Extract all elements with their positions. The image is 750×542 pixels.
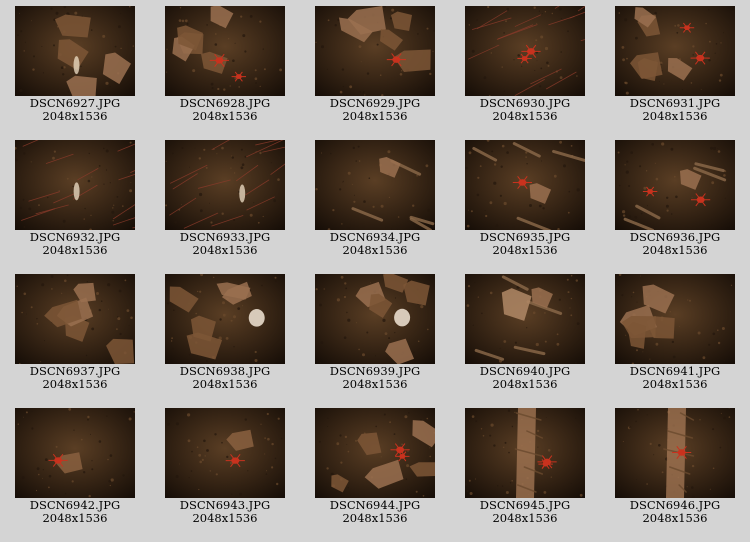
thumbnail-dimensions: 2048x1536 xyxy=(42,377,108,391)
gallery-item[interactable]: DSCN6938.JPG 2048x1536 xyxy=(165,274,285,396)
thumbnail-dimensions: 2048x1536 xyxy=(192,109,258,123)
thumbnail-dimensions: 2048x1536 xyxy=(492,511,558,525)
thumbnail-image[interactable] xyxy=(465,140,585,230)
thumbnail-dimensions: 2048x1536 xyxy=(342,511,408,525)
thumbnail-image[interactable] xyxy=(15,274,135,364)
gallery-item[interactable]: DSCN6940.JPG 2048x1536 xyxy=(465,274,585,396)
gallery-item[interactable]: DSCN6944.JPG 2048x1536 xyxy=(315,408,435,530)
thumbnail-image[interactable] xyxy=(615,140,735,230)
gallery-item[interactable]: DSCN6946.JPG 2048x1536 xyxy=(615,408,735,530)
gallery-item[interactable]: DSCN6934.JPG 2048x1536 xyxy=(315,140,435,262)
gallery-item[interactable]: DSCN6943.JPG 2048x1536 xyxy=(165,408,285,530)
thumbnail-dimensions: 2048x1536 xyxy=(342,377,408,391)
gallery-item[interactable]: DSCN6927.JPG 2048x1536 xyxy=(15,6,135,128)
gallery-item[interactable]: DSCN6945.JPG 2048x1536 xyxy=(465,408,585,530)
thumbnail-image[interactable] xyxy=(15,140,135,230)
thumbnail-image[interactable] xyxy=(165,274,285,364)
thumbnail-image[interactable] xyxy=(465,274,585,364)
gallery-item[interactable]: DSCN6935.JPG 2048x1536 xyxy=(465,140,585,262)
gallery-item[interactable]: DSCN6937.JPG 2048x1536 xyxy=(15,274,135,396)
gallery-item[interactable]: DSCN6942.JPG 2048x1536 xyxy=(15,408,135,530)
thumbnail-dimensions: 2048x1536 xyxy=(642,109,708,123)
thumbnail-dimensions: 2048x1536 xyxy=(642,243,708,257)
thumbnail-image[interactable] xyxy=(165,408,285,498)
thumbnail-image[interactable] xyxy=(15,6,135,96)
thumbnail-dimensions: 2048x1536 xyxy=(42,511,108,525)
thumbnail-image[interactable] xyxy=(165,140,285,230)
thumbnail-dimensions: 2048x1536 xyxy=(42,109,108,123)
thumbnail-image[interactable] xyxy=(315,140,435,230)
thumbnail-dimensions: 2048x1536 xyxy=(192,377,258,391)
gallery-item[interactable]: DSCN6933.JPG 2048x1536 xyxy=(165,140,285,262)
gallery-item[interactable]: DSCN6939.JPG 2048x1536 xyxy=(315,274,435,396)
thumbnail-gallery: DSCN6927.JPG 2048x1536 DSCN6928.JPG 2048x15… xyxy=(0,0,750,542)
thumbnail-image[interactable] xyxy=(165,6,285,96)
thumbnail-image[interactable] xyxy=(315,6,435,96)
thumbnail-dimensions: 2048x1536 xyxy=(342,243,408,257)
thumbnail-image[interactable] xyxy=(315,408,435,498)
thumbnail-image[interactable] xyxy=(315,274,435,364)
gallery-item[interactable]: DSCN6936.JPG 2048x1536 xyxy=(615,140,735,262)
thumbnail-dimensions: 2048x1536 xyxy=(192,511,258,525)
thumbnail-image[interactable] xyxy=(615,6,735,96)
thumbnail-dimensions: 2048x1536 xyxy=(642,511,708,525)
thumbnail-dimensions: 2048x1536 xyxy=(492,109,558,123)
thumbnail-image[interactable] xyxy=(465,408,585,498)
gallery-item[interactable]: DSCN6941.JPG 2048x1536 xyxy=(615,274,735,396)
gallery-item[interactable]: DSCN6932.JPG 2048x1536 xyxy=(15,140,135,262)
thumbnail-dimensions: 2048x1536 xyxy=(192,243,258,257)
gallery-item[interactable]: DSCN6928.JPG 2048x1536 xyxy=(165,6,285,128)
thumbnail-dimensions: 2048x1536 xyxy=(642,377,708,391)
gallery-item[interactable]: DSCN6929.JPG 2048x1536 xyxy=(315,6,435,128)
gallery-item[interactable]: DSCN6931.JPG 2048x1536 xyxy=(615,6,735,128)
thumbnail-image[interactable] xyxy=(615,408,735,498)
gallery-item[interactable]: DSCN6930.JPG 2048x1536 xyxy=(465,6,585,128)
thumbnail-image[interactable] xyxy=(615,274,735,364)
thumbnail-dimensions: 2048x1536 xyxy=(342,109,408,123)
thumbnail-image[interactable] xyxy=(15,408,135,498)
thumbnail-dimensions: 2048x1536 xyxy=(492,377,558,391)
thumbnail-image[interactable] xyxy=(465,6,585,96)
thumbnail-dimensions: 2048x1536 xyxy=(42,243,108,257)
thumbnail-dimensions: 2048x1536 xyxy=(492,243,558,257)
